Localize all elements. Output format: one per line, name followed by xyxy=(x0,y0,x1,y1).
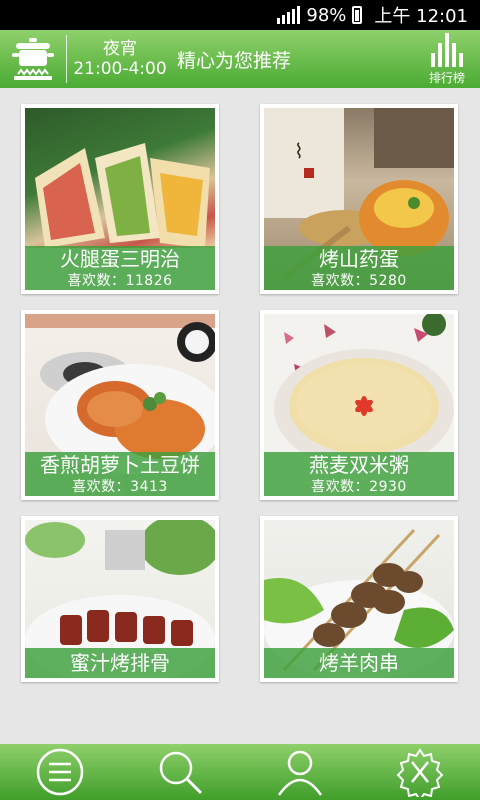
recipe-caption: 香煎胡萝卜土豆饼 喜欢数：3413 xyxy=(25,452,215,496)
recipe-photo: 蜜汁烤排骨 xyxy=(25,520,215,678)
recipe-name: 烤山药蛋 xyxy=(319,247,399,271)
ranking-icon xyxy=(431,33,463,67)
recipe-likes: 喜欢数：5280 xyxy=(311,273,407,289)
recipe-card[interactable]: 香煎胡萝卜土豆饼 喜欢数：3413 xyxy=(21,310,219,500)
recipe-likes: 喜欢数：11826 xyxy=(67,273,173,289)
settings-icon xyxy=(396,748,444,797)
recipe-name: 火腿蛋三明治 xyxy=(60,247,180,271)
ranking-label: 排行榜 xyxy=(428,71,465,85)
recipe-caption: 烤羊肉串 xyxy=(264,648,454,678)
battery-icon xyxy=(352,6,363,24)
recipe-name: 烤羊肉串 xyxy=(319,651,399,675)
page-title: 精心为您推荐 xyxy=(177,49,292,72)
recipe-card[interactable]: 烤羊肉串 xyxy=(260,516,458,682)
search-button[interactable] xyxy=(152,746,208,798)
settings-button[interactable] xyxy=(392,746,448,798)
meal-time-range: 21:00-4:00 xyxy=(73,59,167,79)
recipe-photo: 香煎胡萝卜土豆饼 喜欢数：3413 xyxy=(25,314,215,496)
signal-icon xyxy=(277,6,301,24)
search-icon xyxy=(159,751,203,795)
pot-icon[interactable] xyxy=(0,30,66,88)
recipe-photo: 火腿蛋三明治 喜欢数：11826 xyxy=(25,108,215,290)
clock: 上午 12:01 xyxy=(374,6,468,27)
recipe-caption: 火腿蛋三明治 喜欢数：11826 xyxy=(25,246,215,290)
ranking-button[interactable]: 排行榜 xyxy=(422,32,472,86)
recipe-caption: 燕麦双米粥 喜欢数：2930 xyxy=(264,452,454,496)
svg-text:⌇: ⌇ xyxy=(294,139,304,163)
app-header: 夜宵 21:00-4:00 精心为您推荐 排行榜 xyxy=(0,30,480,88)
recipe-likes: 喜欢数：3413 xyxy=(72,479,168,495)
recipe-name: 蜜汁烤排骨 xyxy=(70,651,170,675)
meal-time-block: 夜宵 21:00-4:00 xyxy=(67,39,173,79)
recipe-name: 燕麦双米粥 xyxy=(309,453,409,477)
recipe-caption: 蜜汁烤排骨 xyxy=(25,648,215,678)
profile-button[interactable] xyxy=(272,746,328,798)
recipe-card[interactable]: 蜜汁烤排骨 xyxy=(21,516,219,682)
menu-button[interactable] xyxy=(32,746,88,798)
recipe-photo: ⌇ 烤山药蛋 喜欢数：5280 xyxy=(264,108,454,290)
status-bar: 98% 上午 12:01 xyxy=(0,0,480,30)
recipe-card[interactable]: 火腿蛋三明治 喜欢数：11826 xyxy=(21,104,219,294)
user-icon xyxy=(277,750,323,796)
recipe-photo: 燕麦双米粥 喜欢数：2930 xyxy=(264,314,454,496)
recipe-likes: 喜欢数：2930 xyxy=(311,479,407,495)
bottom-nav xyxy=(0,744,480,800)
battery-percent: 98% xyxy=(306,4,347,26)
recipe-photo: 烤羊肉串 xyxy=(264,520,454,678)
recipe-card[interactable]: ⌇ 烤山药蛋 喜欢数：5280 xyxy=(260,104,458,294)
menu-icon xyxy=(36,748,84,796)
recipe-caption: 烤山药蛋 喜欢数：5280 xyxy=(264,246,454,290)
recipe-name: 香煎胡萝卜土豆饼 xyxy=(40,453,200,477)
recipe-card[interactable]: 燕麦双米粥 喜欢数：2930 xyxy=(260,310,458,500)
meal-label: 夜宵 xyxy=(103,39,137,59)
